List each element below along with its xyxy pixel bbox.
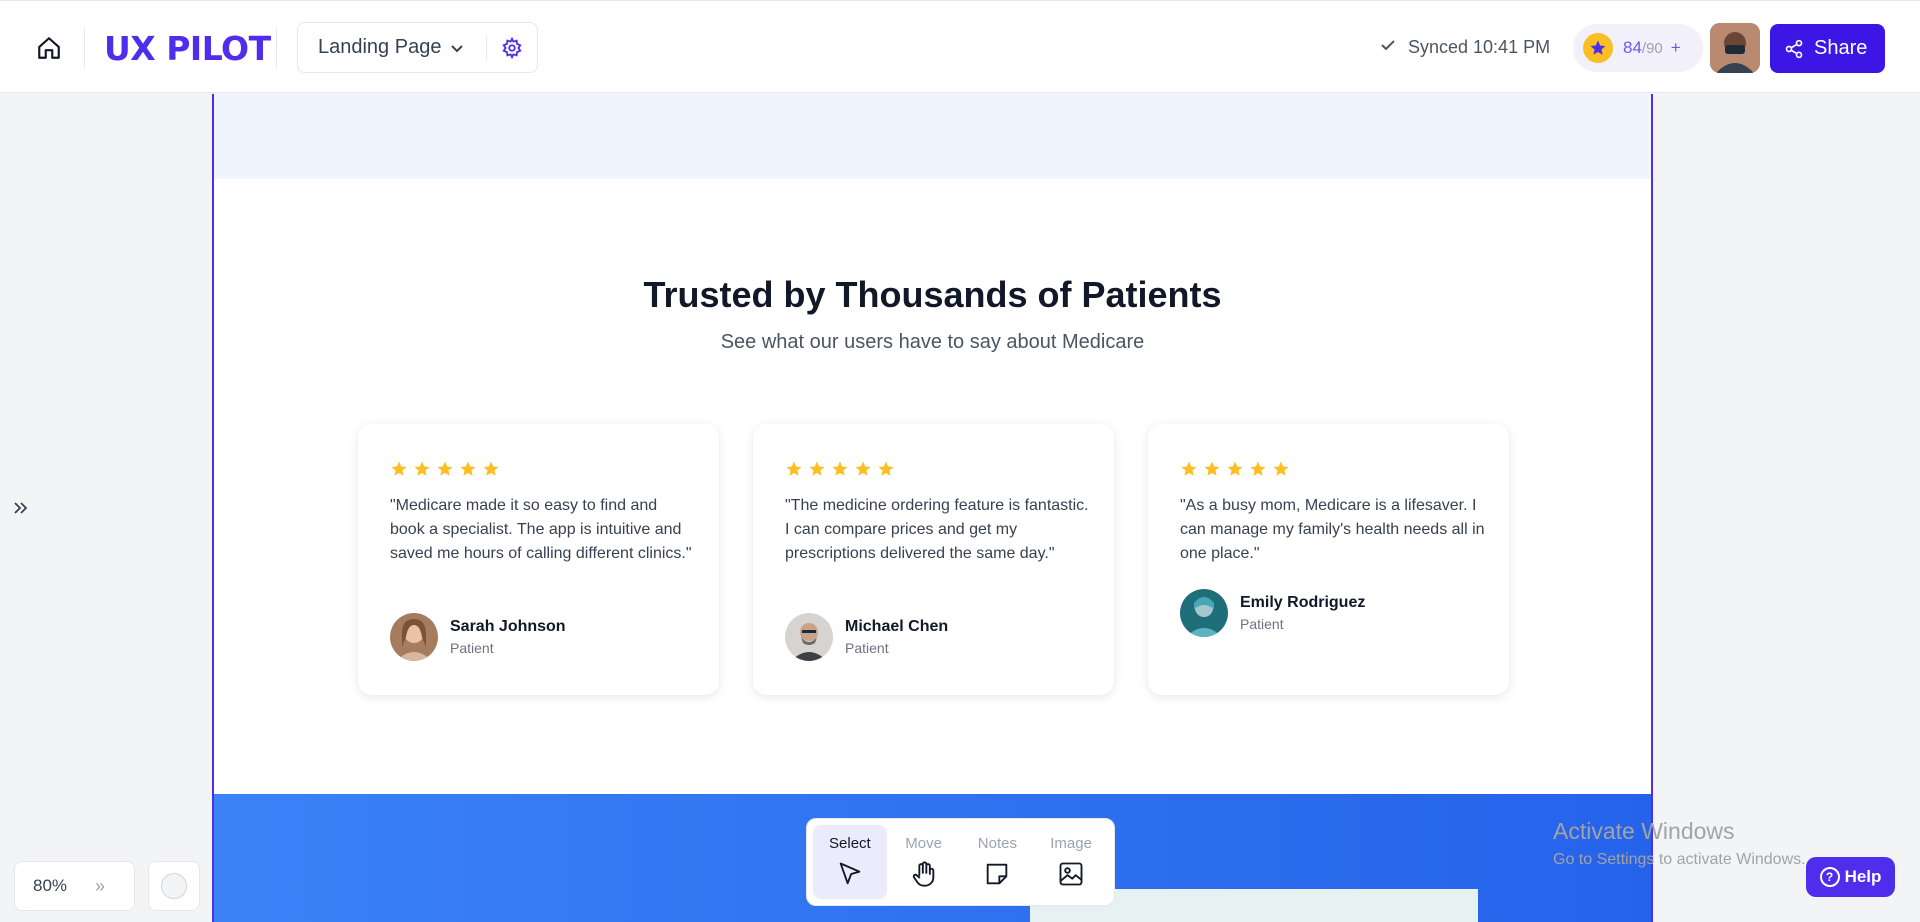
hand-icon (910, 860, 938, 888)
testimonial-quote: "As a busy mom, Medicare is a lifesaver.… (1180, 497, 1485, 562)
star-icon (1583, 33, 1613, 63)
star-icon (1227, 461, 1243, 476)
image-icon (1057, 860, 1085, 888)
chevron-down-icon (449, 40, 465, 56)
help-button[interactable]: ? Help (1806, 857, 1895, 897)
testimonial-card: "Medicare made it so easy to find and bo… (358, 424, 719, 695)
windows-activation-watermark: Activate Windows Go to Settings to activ… (1553, 818, 1806, 869)
author-name: Emily Rodriguez (1240, 594, 1366, 611)
avatar (390, 613, 438, 661)
star-icon (809, 461, 825, 476)
logo[interactable]: UX PILOT (104, 29, 271, 68)
check-icon (1380, 37, 1396, 58)
avatar (1180, 589, 1228, 637)
page-selector-label: Landing Page (318, 36, 442, 58)
tool-notes[interactable]: Notes (961, 825, 1035, 899)
author-name: Michael Chen (845, 618, 949, 635)
star-icon (1181, 461, 1197, 476)
avatar (785, 613, 833, 661)
design-frame[interactable]: Trusted by Thousands of Patients See wha… (212, 94, 1653, 922)
gear-icon[interactable] (500, 36, 524, 60)
top-bar: UX PILOT Landing Page Synced 10:41 PM 84… (0, 0, 1920, 93)
star-icon (786, 461, 802, 476)
layers-toggle-button[interactable] (148, 861, 200, 911)
testimonial-card: "As a busy mom, Medicare is a lifesaver.… (1148, 424, 1509, 695)
testimonial-author: Sarah Johnson Patient (390, 613, 566, 661)
watermark-title: Activate Windows (1553, 818, 1735, 844)
divider (84, 28, 85, 68)
zoom-control[interactable]: 80% » (14, 861, 135, 911)
tool-label: Select (829, 835, 871, 852)
cursor-icon (836, 860, 864, 888)
tool-select[interactable]: Select (813, 825, 887, 899)
star-icon (1273, 461, 1289, 476)
star-icon (414, 461, 430, 476)
testimonial-author: Emily Rodriguez Patient (1180, 589, 1365, 637)
home-icon[interactable] (34, 33, 64, 63)
help-label: Help (1844, 867, 1882, 886)
testimonial-author: Michael Chen Patient (785, 613, 948, 661)
testimonial-quote: "Medicare made it so easy to find and bo… (390, 497, 692, 562)
star-icon (391, 461, 407, 476)
zoom-level: 80% (33, 876, 68, 895)
sync-text: Synced 10:41 PM (1408, 37, 1551, 57)
hero-section-bottom (214, 94, 1651, 179)
star-icon (855, 461, 871, 476)
chevrons-right-icon[interactable]: » (95, 876, 105, 897)
star-icon (1250, 461, 1266, 476)
rating-stars (785, 460, 895, 478)
tool-label: Notes (977, 835, 1017, 852)
divider (276, 28, 277, 68)
tool-label: Move (905, 835, 942, 852)
author-role: Patient (450, 640, 494, 656)
credits-badge[interactable]: 84/90 + (1573, 24, 1703, 72)
rating-stars (390, 460, 500, 478)
star-icon (832, 461, 848, 476)
add-credits-button[interactable]: + (1671, 38, 1681, 58)
watermark-subtitle: Go to Settings to activate Windows. (1553, 851, 1806, 868)
star-icon (483, 461, 499, 476)
share-button[interactable]: Share (1770, 24, 1885, 73)
share-icon (1784, 39, 1804, 59)
author-role: Patient (1240, 616, 1284, 632)
star-icon (878, 461, 894, 476)
author-name: Sarah Johnson (450, 618, 566, 635)
section-subheading: See what our users have to say about Med… (720, 331, 1145, 353)
tool-move[interactable]: Move (887, 825, 961, 899)
page-selector[interactable]: Landing Page (297, 22, 538, 73)
star-icon (1204, 461, 1220, 476)
avatar[interactable] (1710, 23, 1760, 73)
star-icon (460, 461, 476, 476)
help-icon: ? (1819, 867, 1840, 887)
star-icon (437, 461, 453, 476)
circle-icon (161, 873, 187, 899)
rating-stars (1180, 460, 1290, 478)
tool-label: Image (1050, 835, 1092, 852)
tool-image[interactable]: Image (1034, 825, 1108, 899)
sync-status: Synced 10:41 PM (1380, 37, 1550, 58)
expand-sidebar-icon[interactable] (10, 497, 32, 519)
note-icon (983, 860, 1011, 888)
credits-count: 84/90 (1623, 38, 1663, 57)
testimonial-card: "The medicine ordering feature is fantas… (753, 424, 1114, 695)
author-role: Patient (845, 640, 889, 656)
share-label: Share (1814, 37, 1868, 59)
divider (486, 36, 487, 60)
testimonial-quote: "The medicine ordering feature is fantas… (785, 497, 1089, 562)
tool-palette: Select Move Notes Image (806, 818, 1115, 906)
section-heading: Trusted by Thousands of Patients (643, 274, 1222, 315)
